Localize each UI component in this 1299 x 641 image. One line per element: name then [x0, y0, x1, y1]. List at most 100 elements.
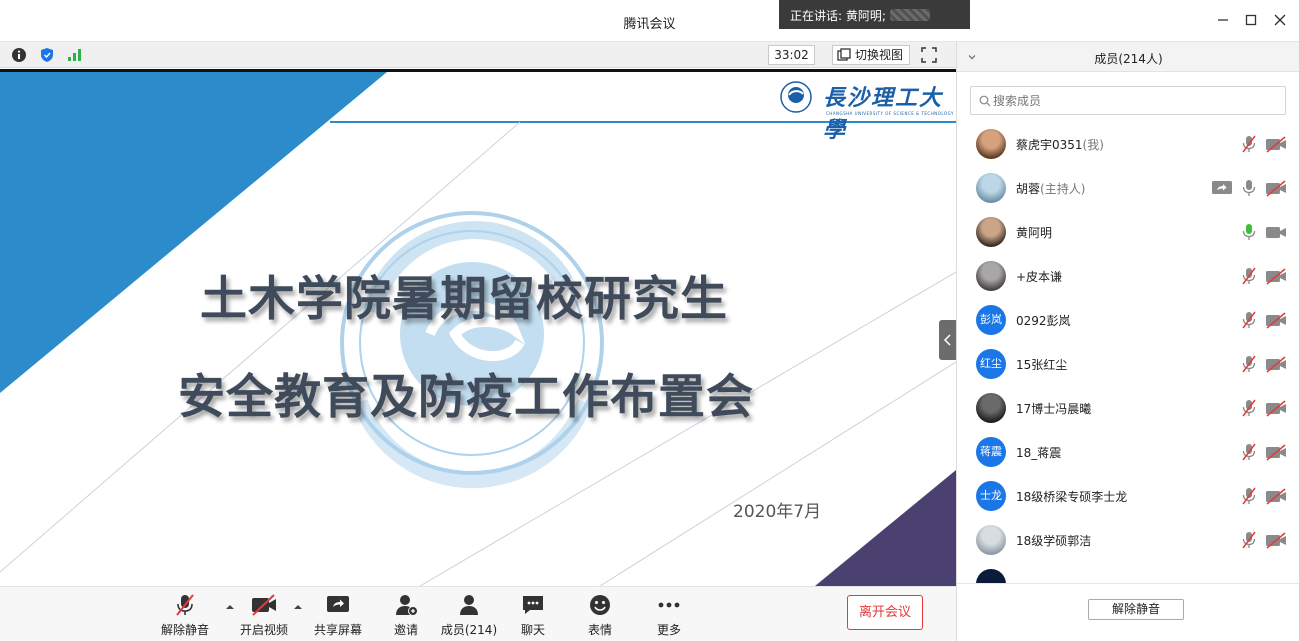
mic-icon[interactable]: [1239, 179, 1259, 197]
mic-muted-icon[interactable]: [1239, 135, 1259, 153]
member-name: 黄阿明: [1016, 224, 1052, 241]
member-name-text: 15张红尘: [1016, 358, 1068, 372]
member-row[interactable]: 蔡虎宇0351(我): [957, 122, 1299, 166]
fullscreen-icon: [921, 47, 937, 63]
member-avatar: 彭岚: [976, 305, 1006, 335]
member-avatar: [976, 173, 1006, 203]
unmute-label: 解除静音: [160, 623, 209, 637]
fullscreen-button[interactable]: [920, 46, 938, 64]
mic-muted-icon[interactable]: [1239, 487, 1259, 505]
switch-view-label: 切换视图: [855, 48, 904, 62]
mic-muted-icon: [176, 594, 194, 616]
members-panel-title: 成员(214人): [1094, 52, 1163, 66]
members-panel-footer: 解除静音: [957, 583, 1299, 641]
minimize-button[interactable]: [1215, 12, 1231, 28]
member-row[interactable]: 17博士冯晨曦: [957, 386, 1299, 430]
member-row[interactable]: 黄阿明: [957, 210, 1299, 254]
caret-up-icon: [294, 605, 302, 609]
chat-label: 聊天: [520, 623, 545, 637]
start-video-label: 开启视频: [239, 623, 288, 637]
member-avatar-partial: [976, 569, 1006, 583]
mic-muted-icon[interactable]: [1239, 399, 1259, 417]
watermark-logo: [340, 211, 604, 489]
member-avatar: [976, 525, 1006, 555]
slide-blue-triangle: [0, 72, 387, 393]
member-name: 0292彭岚: [1016, 312, 1071, 329]
member-name-text: 0292彭岚: [1016, 314, 1071, 328]
video-options-arrow[interactable]: [293, 601, 303, 611]
member-name: 18级学硕郭洁: [1016, 532, 1091, 549]
mic-muted-icon[interactable]: [1239, 531, 1259, 549]
invite-label: 邀请: [393, 623, 418, 637]
member-row[interactable]: 彭岚 0292彭岚: [957, 298, 1299, 342]
leave-meeting-button[interactable]: 离开会议: [847, 595, 923, 630]
video-off-icon[interactable]: [1265, 487, 1286, 505]
video-off-icon[interactable]: [1265, 267, 1286, 285]
invite-user-icon: [396, 595, 418, 616]
reactions-button[interactable]: 表情: [565, 593, 635, 638]
member-row[interactable]: +皮本谦: [957, 254, 1299, 298]
member-name-text: 黄阿明: [1016, 226, 1053, 240]
mic-muted-icon[interactable]: [1239, 311, 1259, 329]
signal-icon[interactable]: [66, 46, 84, 64]
start-video-button[interactable]: 开启视频: [229, 593, 299, 638]
invite-button[interactable]: 邀请: [371, 593, 441, 638]
video-icon[interactable]: [1265, 223, 1286, 241]
chat-button[interactable]: 聊天: [498, 593, 568, 638]
slide-title-line2: 安全教育及防疫工作布置会: [178, 370, 754, 425]
close-button[interactable]: [1272, 12, 1288, 28]
member-avatar: 士龙: [976, 481, 1006, 511]
unmute-button[interactable]: 解除静音: [150, 593, 220, 638]
member-avatar: [976, 393, 1006, 423]
slide-title-line1: 土木学院暑期留校研究生: [200, 272, 728, 327]
member-search-input[interactable]: [993, 91, 1273, 111]
member-avatar: [976, 217, 1006, 247]
member-name-text: 18级学硕郭洁: [1016, 534, 1092, 548]
share-screen-label: 共享屏幕: [313, 623, 362, 637]
video-off-icon[interactable]: [1265, 135, 1286, 153]
member-row[interactable]: 胡蓉(主持人): [957, 166, 1299, 210]
members-button[interactable]: 成员(214): [434, 593, 504, 638]
speaking-label: 正在讲话: 黄阿明;: [790, 9, 886, 23]
share-screen-icon: [327, 596, 349, 612]
info-icon[interactable]: [10, 46, 28, 64]
member-avatar: 红尘: [976, 349, 1006, 379]
more-button[interactable]: 更多: [634, 593, 704, 638]
member-name: 胡蓉(主持人): [1016, 180, 1085, 197]
panel-unmute-button[interactable]: 解除静音: [1088, 599, 1184, 620]
member-name-text: 18级桥梁专硕李士龙: [1016, 490, 1128, 504]
video-off-icon[interactable]: [1265, 443, 1286, 461]
maximize-button[interactable]: [1243, 12, 1259, 28]
video-off-icon[interactable]: [1265, 399, 1286, 417]
slide-date: 2020年7月: [733, 502, 822, 522]
members-icon: [460, 595, 478, 615]
video-off-icon[interactable]: [1265, 355, 1286, 373]
member-search[interactable]: [970, 86, 1286, 115]
mic-icon[interactable]: [1239, 223, 1259, 241]
video-off-icon[interactable]: [1265, 179, 1286, 197]
shield-icon[interactable]: [38, 46, 56, 64]
shared-slide: 長沙理工大學 CHANGSHA UNIVERSITY OF SCIENCE & …: [0, 69, 956, 586]
mic-muted-icon[interactable]: [1239, 355, 1259, 373]
university-badge-icon: [780, 81, 812, 113]
member-row[interactable]: 18级学硕郭洁: [957, 518, 1299, 562]
member-row[interactable]: 红尘 15张红尘: [957, 342, 1299, 386]
video-off-icon[interactable]: [1265, 531, 1286, 549]
member-row[interactable]: 士龙 18级桥梁专硕李士龙: [957, 474, 1299, 518]
member-role: (主持人): [1040, 182, 1086, 196]
share-screen-button[interactable]: 共享屏幕: [303, 593, 373, 638]
chat-icon: [523, 596, 543, 614]
switch-view-button[interactable]: 切换视图: [832, 45, 911, 65]
mic-muted-icon[interactable]: [1239, 267, 1259, 285]
search-icon: [979, 95, 991, 107]
slide-purple-triangle: [815, 470, 956, 586]
mic-muted-icon[interactable]: [1239, 443, 1259, 461]
collapse-panel-handle[interactable]: [939, 320, 956, 360]
video-off-icon[interactable]: [1265, 311, 1286, 329]
member-name: 18_蒋震: [1016, 444, 1061, 461]
emoji-icon: [590, 595, 610, 615]
speaking-indicator: 正在讲话: 黄阿明;: [779, 0, 970, 29]
university-logo-subtext: CHANGSHA UNIVERSITY OF SCIENCE & TECHNOL…: [826, 111, 954, 116]
member-name: 15张红尘: [1016, 356, 1067, 373]
member-row[interactable]: 蒋震 18_蒋震: [957, 430, 1299, 474]
